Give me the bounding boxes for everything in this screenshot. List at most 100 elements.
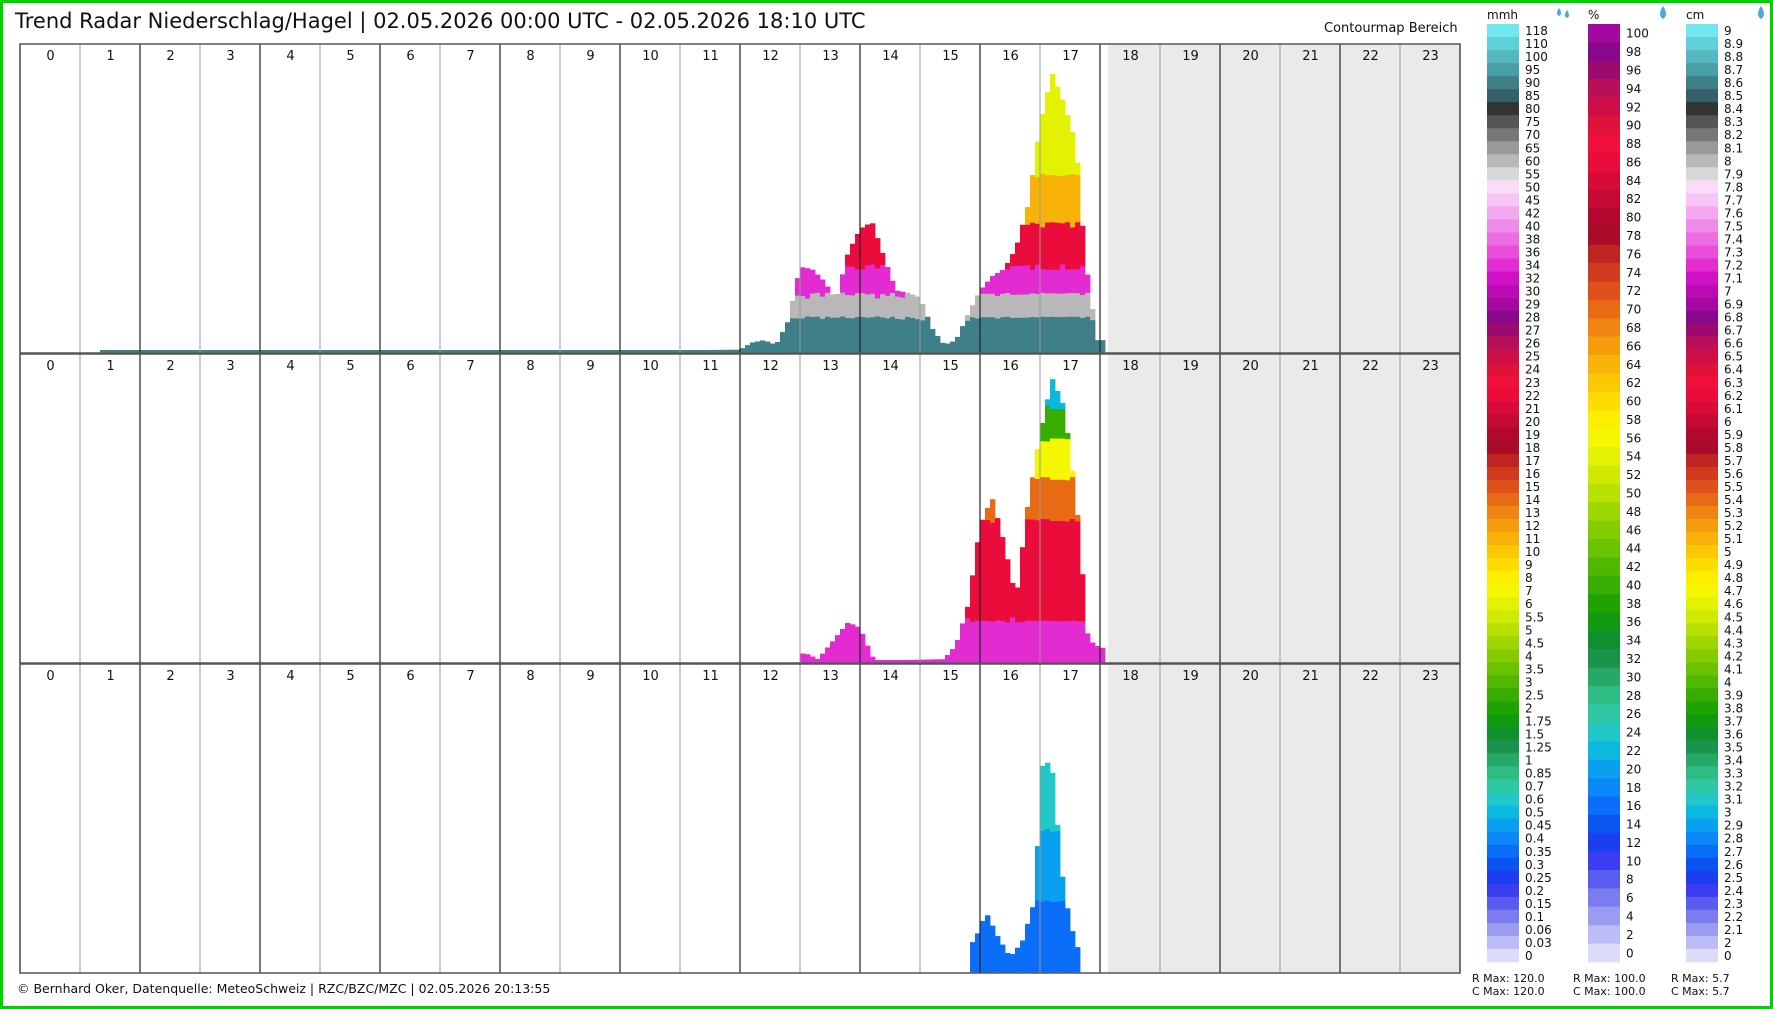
data-cell	[990, 534, 996, 541]
data-cell	[1050, 245, 1056, 252]
data-cell	[980, 525, 986, 533]
data-cell	[1065, 515, 1071, 522]
data-cell	[965, 320, 971, 327]
data-cell	[1080, 306, 1086, 313]
data-cell	[1055, 555, 1061, 563]
data-cell	[1055, 948, 1061, 955]
data-cell	[1015, 621, 1021, 628]
data-cell	[880, 264, 886, 271]
data-cell	[1020, 328, 1026, 336]
data-cell	[970, 598, 976, 605]
legend-label: 6.8	[1724, 311, 1743, 325]
data-cell	[1010, 340, 1016, 347]
data-cell	[865, 282, 871, 289]
data-cell	[1045, 287, 1051, 294]
data-cell	[990, 293, 996, 300]
data-cell	[1075, 532, 1081, 539]
legend-label: 42	[1626, 560, 1641, 574]
data-cell	[1080, 323, 1086, 330]
legend-label: 118	[1525, 24, 1548, 38]
data-cell	[1040, 765, 1046, 773]
data-cell	[725, 349, 731, 353]
legend-label: 7.1	[1724, 272, 1743, 286]
data-cell	[1045, 906, 1051, 913]
data-cell	[1065, 138, 1071, 146]
data-cell	[1030, 620, 1036, 627]
data-cell	[1050, 579, 1056, 586]
data-cell	[1050, 390, 1056, 398]
data-cell	[1055, 871, 1061, 879]
data-cell	[1010, 288, 1016, 295]
data-cell	[1065, 573, 1071, 581]
data-cell	[1030, 507, 1036, 514]
data-cell	[1055, 942, 1061, 949]
data-cell	[600, 350, 606, 353]
data-cell	[970, 948, 976, 955]
data-cell	[865, 270, 871, 278]
legend-label: 30	[1626, 670, 1641, 684]
data-cell	[400, 350, 406, 353]
data-cell	[330, 350, 336, 353]
data-cell	[1070, 954, 1076, 961]
data-cell	[1040, 310, 1046, 317]
data-cell	[1075, 275, 1081, 282]
data-cell	[990, 311, 996, 318]
data-cell	[1070, 518, 1076, 525]
data-cell	[1065, 438, 1071, 446]
data-cell	[1040, 812, 1046, 820]
data-cell	[1075, 198, 1081, 205]
legend-label: 2	[1626, 928, 1634, 942]
legend-swatch	[1487, 440, 1519, 455]
data-cell	[845, 656, 851, 663]
legend-label: 6.2	[1724, 389, 1743, 403]
data-cell	[1040, 554, 1046, 561]
data-cell	[1045, 310, 1051, 317]
data-cell	[1060, 334, 1066, 341]
data-cell	[120, 350, 126, 353]
data-cell	[990, 528, 996, 535]
data-cell	[1075, 269, 1081, 276]
data-cell	[990, 632, 996, 640]
data-cell	[860, 650, 866, 657]
data-cell	[1060, 140, 1066, 148]
data-cell	[1055, 561, 1061, 569]
data-cell	[1075, 556, 1081, 563]
legend-label: 70	[1525, 128, 1540, 142]
data-cell	[1040, 458, 1046, 466]
legend-swatch	[1487, 896, 1519, 911]
legend-label: 7.2	[1724, 259, 1743, 273]
data-cell	[835, 340, 841, 347]
data-cell	[960, 331, 966, 337]
data-cell	[910, 323, 916, 330]
data-cell	[970, 340, 976, 347]
data-cell	[1070, 340, 1076, 347]
data-cell	[985, 543, 991, 550]
data-cell	[1050, 298, 1056, 306]
data-cell	[1040, 883, 1046, 890]
data-cell	[955, 639, 961, 646]
data-cell	[1045, 542, 1051, 549]
data-cell	[1050, 603, 1056, 610]
data-cell	[1070, 596, 1076, 603]
data-cell	[1020, 288, 1026, 295]
data-cell	[1055, 883, 1061, 890]
data-cell	[825, 328, 831, 335]
data-cell	[1060, 305, 1066, 312]
legend-swatch	[1686, 271, 1718, 285]
data-cell	[1090, 642, 1096, 648]
data-cell	[1050, 432, 1056, 439]
data-cell	[1065, 638, 1071, 645]
data-cell	[1075, 174, 1081, 181]
data-cell	[980, 293, 986, 300]
data-cell	[1020, 570, 1026, 577]
data-cell	[635, 350, 641, 353]
data-cell	[830, 641, 836, 647]
data-cell	[1005, 616, 1011, 623]
data-cell	[1060, 152, 1066, 159]
legend-swatch	[1588, 778, 1620, 797]
data-cell	[1025, 305, 1031, 312]
data-cell	[1045, 614, 1051, 621]
data-cell	[1045, 98, 1051, 105]
data-cell	[1010, 282, 1016, 290]
data-cell	[1055, 907, 1061, 914]
